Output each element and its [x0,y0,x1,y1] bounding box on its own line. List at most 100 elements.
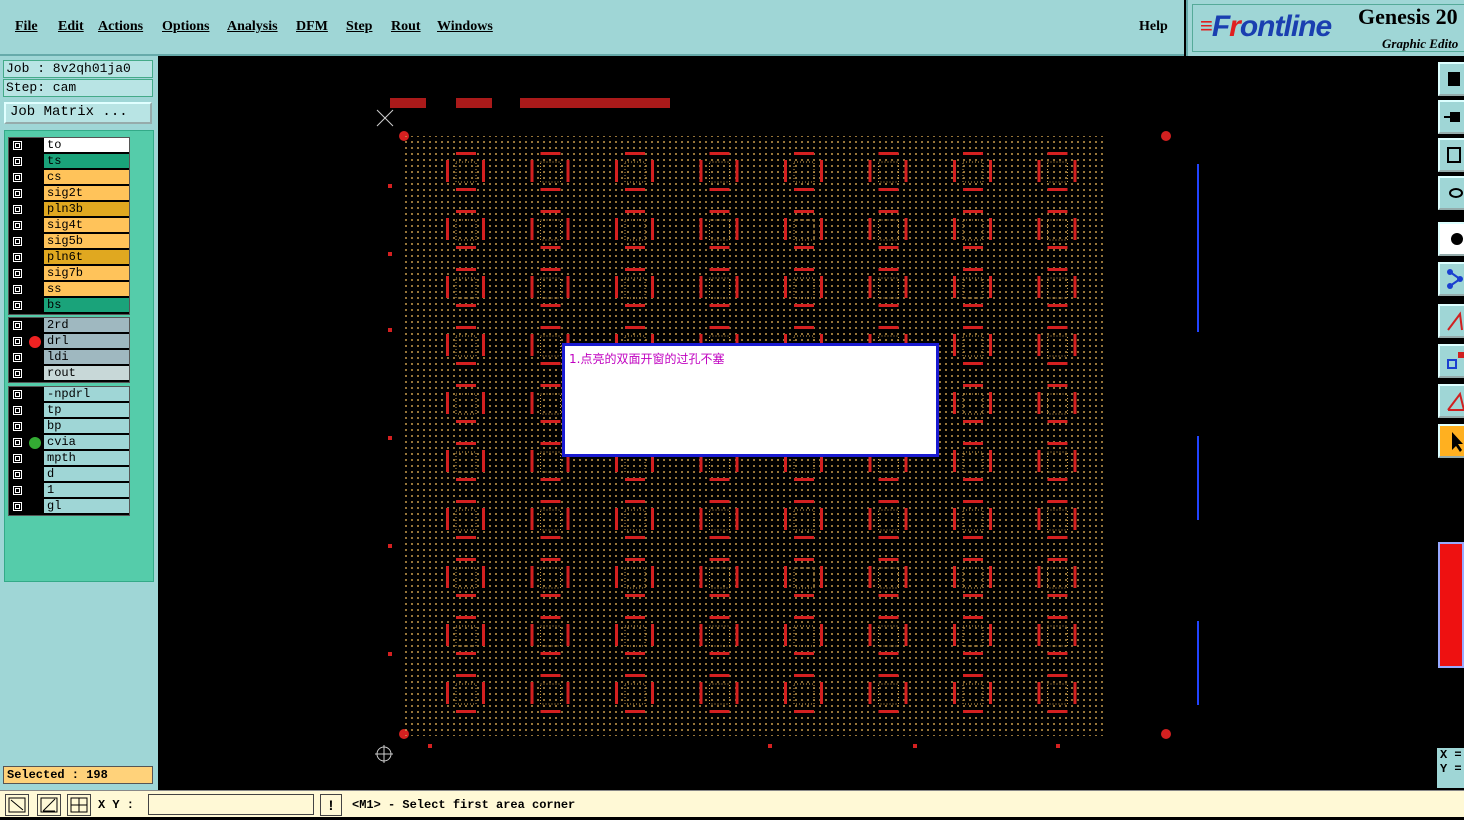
layer-checkbox[interactable] [13,438,22,447]
pad-left [530,508,534,530]
layer-row-cs[interactable]: cs [9,170,129,186]
layer-checkbox[interactable] [13,301,22,310]
layer-checkbox[interactable] [13,470,22,479]
layer-checkbox[interactable] [13,406,22,415]
layer-row-ts[interactable]: ts [9,154,129,170]
layer-name[interactable]: ss [44,282,129,297]
layer-row-sig4t[interactable]: sig4t [9,218,129,234]
layer-name[interactable]: pln6t [44,250,129,265]
menu-step[interactable]: Step [346,19,372,35]
layer-row-2rd[interactable]: 2rd [9,318,129,334]
menu-analysis[interactable]: Analysis [227,19,278,35]
layer-checkbox[interactable] [13,390,22,399]
menu-rout[interactable]: Rout [391,19,421,35]
layer-row-sig2t[interactable]: sig2t [9,186,129,202]
layer-row-to[interactable]: to [9,138,129,154]
layer-row--npdrl[interactable]: -npdrl [9,387,129,403]
layer-name[interactable]: pln3b [44,202,129,217]
menu-dfm[interactable]: DFM [296,19,328,35]
layer-row-sig5b[interactable]: sig5b [9,234,129,250]
layer-name[interactable]: sig2t [44,186,129,201]
layer-checkbox[interactable] [13,353,22,362]
layer-checkbox[interactable] [13,173,22,182]
layer-row-drl[interactable]: drl [9,334,129,350]
layer-checkbox[interactable] [13,157,22,166]
tool-pan-button[interactable] [1438,100,1464,134]
tool-circle-button[interactable] [1438,222,1464,256]
layer-checkbox[interactable] [13,337,22,346]
layer-name[interactable]: sig4t [44,218,129,233]
tool-snap-button[interactable] [1438,176,1464,210]
layer-row-tp[interactable]: tp [9,403,129,419]
layer-name[interactable]: 1 [44,483,129,498]
menu-file[interactable]: File [15,19,38,35]
layer-name[interactable]: ldi [44,350,129,365]
layer-name[interactable]: bp [44,419,129,434]
layer-checkbox[interactable] [13,502,22,511]
layer-name[interactable]: ts [44,154,129,169]
layer-checkbox[interactable] [13,189,22,198]
layer-row-cvia[interactable]: cvia [9,435,129,451]
tool-drc-button[interactable] [1438,344,1464,378]
tool-angle-button[interactable] [1438,384,1464,418]
layer-checkbox[interactable] [13,269,22,278]
layer-name[interactable]: cvia [44,435,129,450]
menu-actions[interactable]: Actions [98,19,143,35]
layer-row-d[interactable]: d [9,467,129,483]
layer-name[interactable]: mpth [44,451,129,466]
layer-checkbox[interactable] [13,205,22,214]
note-popup[interactable]: 1.点亮的双面开窗的过孔不塞 [562,343,939,457]
layer-checkbox[interactable] [13,221,22,230]
layer-row-1[interactable]: 1 [9,483,129,499]
layer-name[interactable]: d [44,467,129,482]
layer-row-bp[interactable]: bp [9,419,129,435]
layer-checkbox[interactable] [13,141,22,150]
layer-name[interactable]: tp [44,403,129,418]
layer-checkbox[interactable] [13,285,22,294]
layer-name[interactable]: cs [44,170,129,185]
tool-net-button[interactable] [1438,262,1464,296]
layer-row-gl[interactable]: gl [9,499,129,515]
layer-name[interactable]: bs [44,298,129,313]
layer-row-mpth[interactable]: mpth [9,451,129,467]
xy-coordinate-input[interactable] [148,794,314,815]
layer-name[interactable]: drl [44,334,129,349]
layer-row-ldi[interactable]: ldi [9,350,129,366]
layer-row-sig7b[interactable]: sig7b [9,266,129,282]
layer-name[interactable]: rout [44,366,129,381]
layer-checkbox[interactable] [13,321,22,330]
menu-options[interactable]: Options [162,19,209,35]
mini-map-view[interactable] [1438,542,1464,668]
layer-name[interactable]: sig7b [44,266,129,281]
layer-name[interactable]: -npdrl [44,387,129,402]
menu-help[interactable]: Help [1139,19,1168,35]
tool-zoom-area-button[interactable] [1438,138,1464,172]
menu-edit[interactable]: Edit [58,19,84,35]
zoom-fit-button[interactable] [5,794,29,816]
layer-checkbox[interactable] [13,253,22,262]
layer-checkbox[interactable] [13,237,22,246]
pad-bottom [963,652,983,655]
layer-checkbox[interactable] [13,369,22,378]
layer-row-pln3b[interactable]: pln3b [9,202,129,218]
layer-checkbox[interactable] [13,454,22,463]
tool-select-button[interactable] [1438,424,1464,458]
layer-row-pln6t[interactable]: pln6t [9,250,129,266]
layer-checkbox[interactable] [13,422,22,431]
layer-row-ss[interactable]: ss [9,282,129,298]
pad-left [953,450,956,472]
grid-button[interactable] [67,794,91,816]
tool-zoom-home-button[interactable] [1438,62,1464,96]
job-matrix-button[interactable]: Job Matrix ... [4,102,152,124]
layer-name[interactable]: to [44,138,129,153]
layer-checkbox[interactable] [13,486,22,495]
menu-windows[interactable]: Windows [437,19,493,35]
layer-row-bs[interactable]: bs [9,298,129,314]
layer-name[interactable]: gl [44,499,129,514]
warning-button[interactable]: ! [320,794,342,816]
measure-angle-button[interactable] [37,794,61,816]
tool-measure-button[interactable] [1438,304,1464,338]
layer-name[interactable]: 2rd [44,318,129,333]
layer-name[interactable]: sig5b [44,234,129,249]
layer-row-rout[interactable]: rout [9,366,129,382]
